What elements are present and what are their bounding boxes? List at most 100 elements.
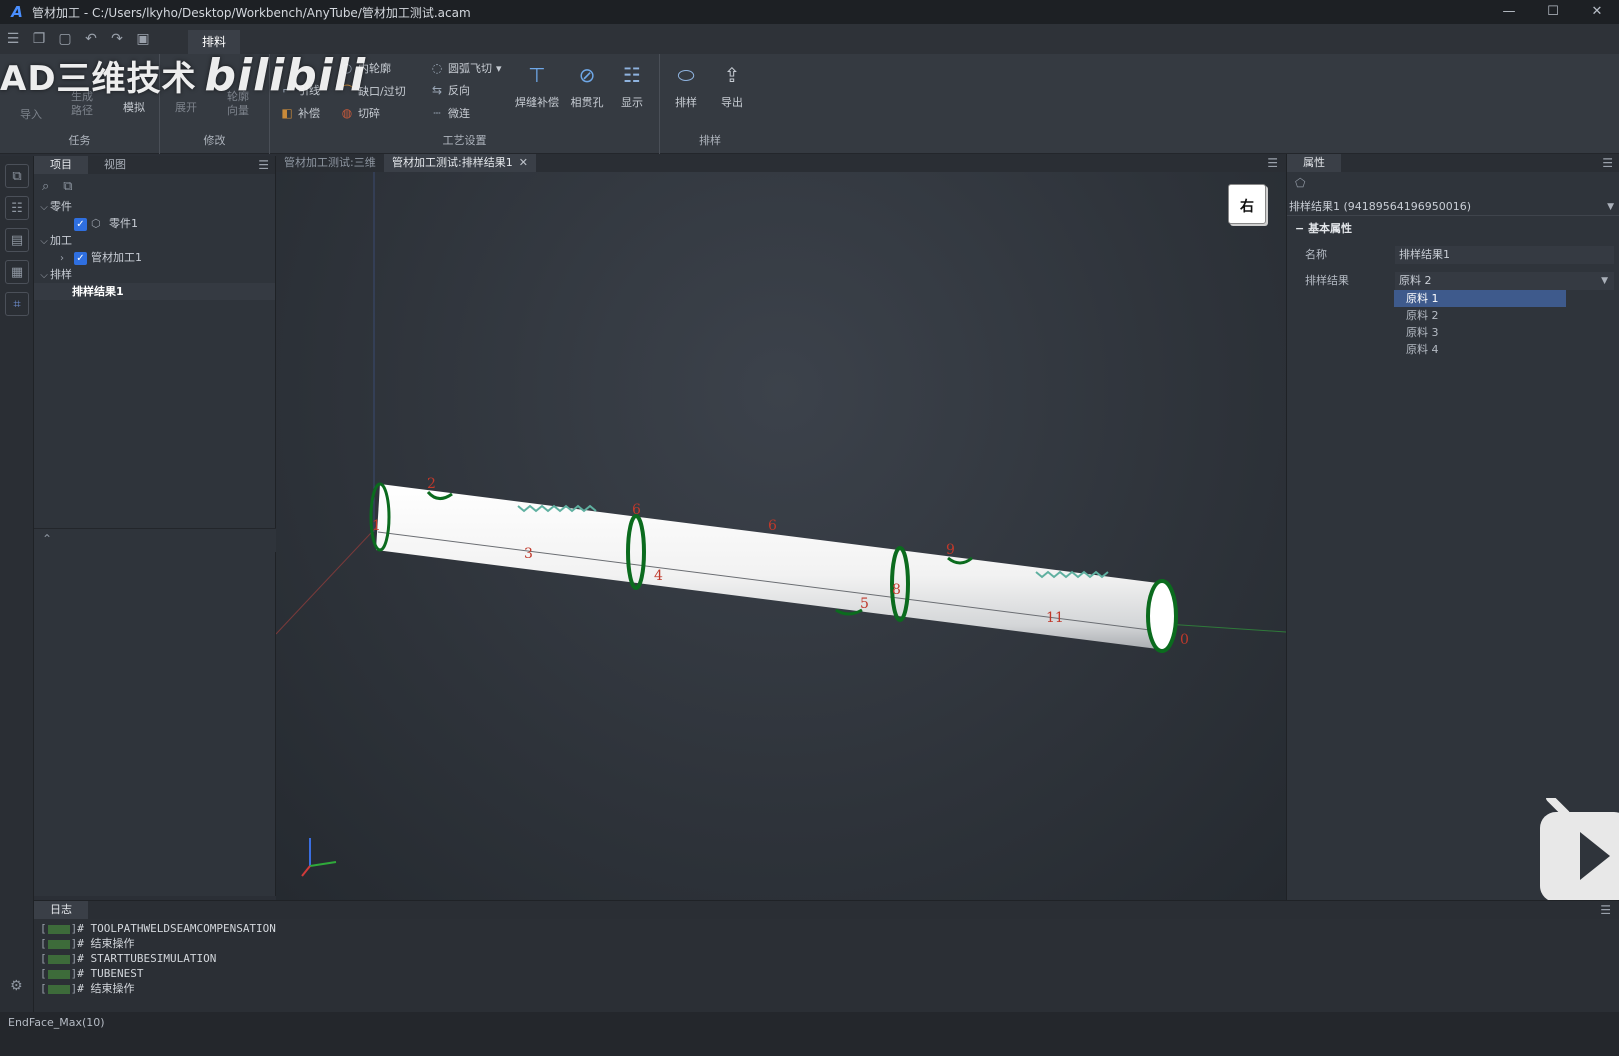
chevron-down-icon[interactable]: ⌵ xyxy=(38,199,50,216)
visibility-checkbox[interactable]: ✓ xyxy=(74,217,87,231)
redo-icon[interactable]: ↷ xyxy=(104,28,130,50)
save-icon[interactable]: ▣ xyxy=(130,28,156,50)
visibility-checkbox[interactable]: ✓ xyxy=(74,251,87,265)
dropdown-option[interactable]: 原料 3 xyxy=(1394,324,1566,341)
tab-properties[interactable]: 属性 xyxy=(1287,154,1341,172)
dropdown-option[interactable]: 原料 2 xyxy=(1394,307,1566,324)
tree-group-process[interactable]: ⌵ 加工 xyxy=(34,232,275,249)
tab-project[interactable]: 项目 xyxy=(34,156,88,174)
maximize-button[interactable]: ☐ xyxy=(1531,0,1575,24)
intersect-hole-icon: ⊘ xyxy=(578,63,596,87)
tab-doc-3d[interactable]: 管材加工测试:三维 xyxy=(276,154,384,172)
tube-label: 0 xyxy=(1180,632,1189,648)
log-line: []# 结束操作 xyxy=(40,937,135,950)
copy-icon[interactable]: ⧉ xyxy=(63,179,72,194)
document-icon[interactable]: ▤ xyxy=(5,228,29,252)
arc-fly-cut-button[interactable]: ◌ 圆弧飞切 ▾ xyxy=(430,60,502,76)
ribbon-group-label: 修改 xyxy=(203,134,226,147)
export-share-icon: ⇪ xyxy=(723,63,741,87)
simulate-button[interactable]: 模拟 xyxy=(118,99,150,115)
cutoff-button[interactable]: ◍ 切碎 xyxy=(340,105,380,121)
document-tabs: 管材加工测试:三维 管材加工测试:排样结果1 ✕ ☰ xyxy=(276,154,1286,172)
panel-menu-icon[interactable]: ☰ xyxy=(258,158,269,172)
chevron-right-icon[interactable]: › xyxy=(56,250,68,267)
chevron-down-icon[interactable]: ⌵ xyxy=(38,267,50,284)
status-bar: EndFace_Max(10) xyxy=(0,1012,1619,1056)
minimize-button[interactable]: — xyxy=(1487,0,1531,24)
hole-cut-3 xyxy=(835,608,863,616)
tab-doc-nest-result[interactable]: 管材加工测试:排样结果1 ✕ xyxy=(384,154,536,172)
project-tabs: 项目 视图 ☰ xyxy=(34,156,275,174)
reverse-button[interactable]: ⇆ 反向 xyxy=(430,82,470,98)
name-field[interactable]: 排样结果1 xyxy=(1395,246,1614,264)
project-panel: 项目 视图 ☰ ⌕ ⧉ ⌵ 零件 ✓ ⬡ 零件1 ⌵ 加工 › ✓ 管材加工1 ⌵ 排样 排样… xyxy=(34,156,276,896)
arc-fly-cut-icon: ◌ xyxy=(431,61,443,75)
undo-icon[interactable]: ↶ xyxy=(78,28,104,50)
ribbon-group-nest: ⬭ 排样 ⇪ 导出 排样 xyxy=(660,54,760,154)
dropdown-option[interactable]: 原料 1 xyxy=(1394,290,1566,307)
ribbon-group-label: 任务 xyxy=(68,134,91,147)
tube-scene: 1 2 3 4 5 6 6 8 9 11 0 xyxy=(276,172,1286,877)
tree-item-part1[interactable]: ✓ ⬡ 零件1 xyxy=(34,215,275,232)
hamburger-menu-icon[interactable]: ☰ xyxy=(0,28,26,50)
section-basic-properties[interactable]: − 基本属性 xyxy=(1287,220,1619,238)
open-file-icon[interactable]: ▢ xyxy=(52,28,78,50)
panel-menu-icon[interactable]: ☰ xyxy=(1602,156,1613,170)
properties-panel: 属性 ☰ ⬠ 排样结果1 (94189564196950016) ▼ − 基本属… xyxy=(1286,154,1619,900)
code-icon[interactable]: ⌗ xyxy=(5,292,29,316)
close-button[interactable]: ✕ xyxy=(1575,0,1619,24)
weld-seam-compensation-button[interactable]: ⊤ 焊缝补偿 xyxy=(512,60,562,110)
tree-group-parts[interactable]: ⌵ 零件 xyxy=(34,198,275,215)
tube-label: 5 xyxy=(860,596,869,612)
hierarchy-icon[interactable]: ☷ xyxy=(5,196,29,220)
compensate-button[interactable]: ◧ 补偿 xyxy=(280,105,320,121)
doctabs-menu-icon[interactable]: ☰ xyxy=(1267,156,1278,170)
log-line: []# 结束操作 xyxy=(40,982,135,995)
intersect-hole-button[interactable]: ⊘ 相贯孔 xyxy=(566,60,608,110)
tree-item-process1[interactable]: › ✓ 管材加工1 xyxy=(34,249,275,266)
close-tab-icon[interactable]: ✕ xyxy=(519,156,528,169)
tab-log[interactable]: 日志 xyxy=(34,901,88,919)
collapse-chevron-icon[interactable]: ⌃ xyxy=(42,532,52,546)
nest-button[interactable]: ⬭ 排样 xyxy=(668,60,704,110)
chevron-down-icon: ▼ xyxy=(1601,276,1608,286)
micro-joint-button[interactable]: ┄ 微连 xyxy=(430,105,470,121)
axis-line-green xyxy=(1165,623,1286,633)
cutoff-icon: ◍ xyxy=(341,106,353,120)
tree-group-nest[interactable]: ⌵ 排样 xyxy=(34,266,275,283)
view-cube[interactable]: 右 xyxy=(1228,184,1266,224)
chevron-down-icon[interactable]: ⌵ xyxy=(38,233,50,250)
display-list-icon: ☷ xyxy=(623,63,641,87)
tube-label: 8 xyxy=(892,582,901,598)
tube-label: 3 xyxy=(524,546,533,562)
prop-row-nest-result: 排样结果 原料 2 ▼ xyxy=(1287,270,1619,292)
bilibili-tv-icon xyxy=(1540,798,1619,902)
settings-gear-icon[interactable]: ⚙ xyxy=(10,978,23,994)
nest-result-select[interactable]: 原料 2 ▼ xyxy=(1395,272,1614,290)
nest-result-dropdown-list: 原料 1 原料 2 原料 3 原料 4 xyxy=(1394,290,1566,358)
log-panel: 日志 ☰ []# TOOLPATHWELDSEAMCOMPENSATION []… xyxy=(34,900,1619,1012)
tab-view[interactable]: 视图 xyxy=(88,156,142,174)
new-file-icon[interactable]: ❐ xyxy=(26,28,52,50)
export-button[interactable]: ⇪ 导出 xyxy=(714,60,750,110)
tube-label: 6 xyxy=(632,502,641,518)
left-tool-strip: ⧉ ☷ ▤ ▦ ⌗ xyxy=(0,156,34,1056)
tube-end-right xyxy=(1146,579,1178,653)
3d-viewport[interactable]: 1 2 3 4 5 6 6 8 9 11 0 右 xyxy=(276,172,1286,900)
model-tree-icon[interactable]: ⧉ xyxy=(5,164,29,188)
tube-label: 6 xyxy=(768,518,777,534)
unfold-button[interactable]: 展开 xyxy=(170,99,202,115)
search-icon[interactable]: ⌕ xyxy=(42,179,49,194)
display-button[interactable]: ☷ 显示 xyxy=(614,60,650,110)
log-menu-icon[interactable]: ☰ xyxy=(1600,903,1611,917)
collapse-minus-icon[interactable]: − xyxy=(1295,222,1304,235)
object-selector[interactable]: 排样结果1 (94189564196950016) ▼ xyxy=(1287,198,1619,216)
title-bar: A 管材加工 - C:/Users/lkyho/Desktop/Workbenc… xyxy=(0,0,1619,24)
app-logo-icon: A xyxy=(11,3,23,21)
panel-splitter[interactable]: ⌃ xyxy=(34,528,276,552)
micro-joint-icon: ┄ xyxy=(433,106,441,120)
tree-item-nest-result1[interactable]: 排样结果1 xyxy=(34,283,275,300)
dropdown-option[interactable]: 原料 4 xyxy=(1394,341,1566,358)
axis-line-red xyxy=(276,516,387,635)
gallery-icon[interactable]: ▦ xyxy=(5,260,29,284)
